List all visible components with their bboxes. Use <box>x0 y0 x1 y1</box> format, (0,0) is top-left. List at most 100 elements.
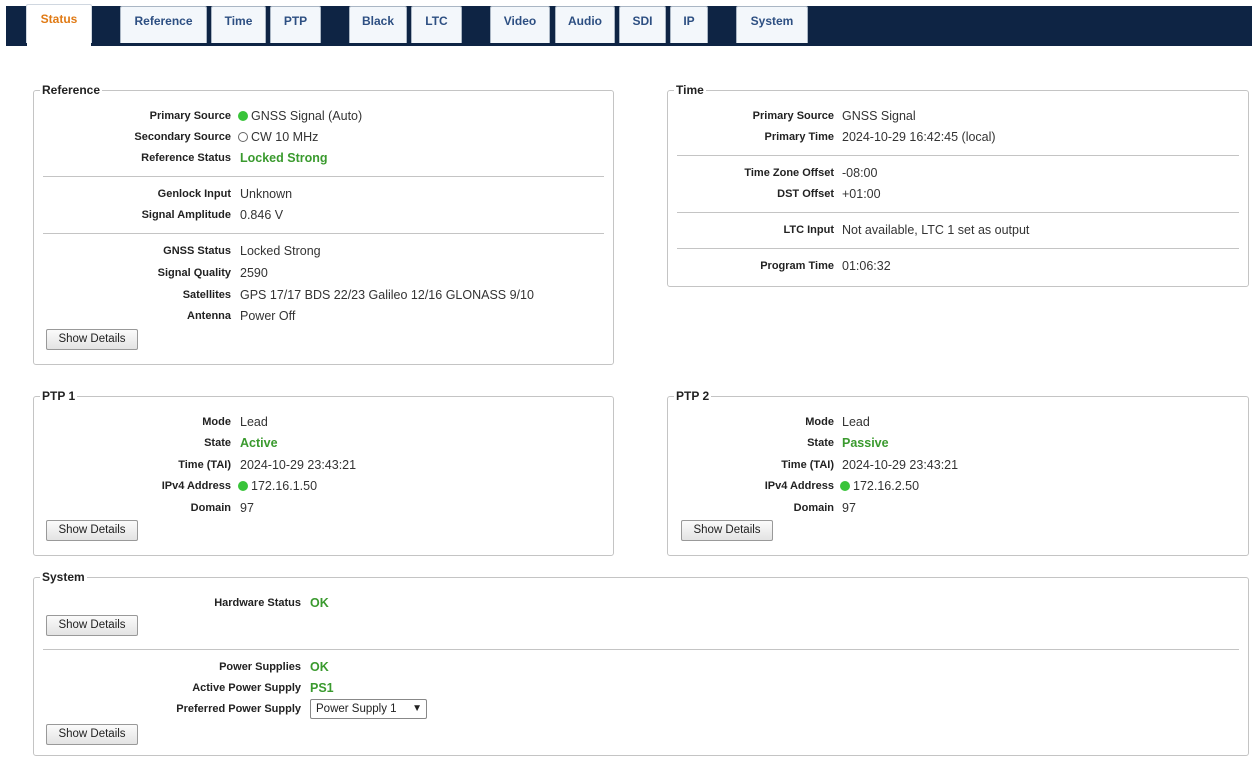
ptp2-time-row: Time (TAI) 2024-10-29 23:43:21 <box>667 456 1249 474</box>
empty-circle-icon <box>238 132 248 142</box>
ptp2-domain-value: 97 <box>842 501 856 515</box>
ptp2-time-label: Time (TAI) <box>781 459 834 471</box>
hardware-show-details-button[interactable]: Show Details <box>46 615 138 636</box>
reference-show-details-button[interactable]: Show Details <box>46 329 138 350</box>
signal-quality-label: Signal Quality <box>157 267 231 279</box>
reference-secondary-source-row: Secondary Source CW 10 MHz <box>33 128 614 146</box>
ptp1-panel-title: PTP 1 <box>42 389 76 403</box>
power-show-details-button[interactable]: Show Details <box>46 724 138 745</box>
ltc-input-label: LTC Input <box>783 224 835 236</box>
primary-time-row: Primary Time 2024-10-29 16:42:45 (local) <box>667 128 1249 146</box>
divider <box>43 176 604 177</box>
ptp1-state-row: State Active <box>33 434 614 452</box>
active-power-supply-value: PS1 <box>310 681 334 695</box>
divider <box>677 248 1239 249</box>
ptp1-domain-row: Domain 97 <box>33 499 614 517</box>
ptp1-ipv4-label: IPv4 Address <box>161 480 231 492</box>
primary-time-label: Primary Time <box>764 131 834 143</box>
time-primary-source-row: Primary Source GNSS Signal <box>667 107 1249 125</box>
tab-ptp[interactable]: PTP <box>270 6 321 43</box>
genlock-input-value: Unknown <box>240 187 293 201</box>
ptp1-mode-row: Mode Lead <box>33 413 614 431</box>
power-supplies-row: Power Supplies OK <box>33 658 633 676</box>
tab-system[interactable]: System <box>736 6 808 43</box>
tab-time[interactable]: Time <box>211 6 266 43</box>
satellites-value: GPS 17/17 BDS 22/23 Galileo 12/16 GLONAS… <box>240 288 534 302</box>
green-dot-icon <box>238 111 248 121</box>
green-dot-icon <box>238 481 248 491</box>
signal-quality-value: 2590 <box>240 266 268 280</box>
ptp2-time-value: 2024-10-29 23:43:21 <box>842 458 959 472</box>
system-panel-title: System <box>42 570 85 584</box>
ptp2-domain-row: Domain 97 <box>667 499 1249 517</box>
signal-amplitude-row: Signal Amplitude 0.846 V <box>33 206 614 224</box>
tab-video[interactable]: Video <box>490 6 550 43</box>
tab-black[interactable]: Black <box>349 6 407 43</box>
dst-offset-value: +01:00 <box>842 187 881 201</box>
ptp1-time-value: 2024-10-29 23:43:21 <box>240 458 357 472</box>
ptp1-show-details-button[interactable]: Show Details <box>46 520 138 541</box>
reference-status-label: Reference Status <box>141 152 231 164</box>
tz-offset-label: Time Zone Offset <box>744 167 834 179</box>
ptp2-state-value: Passive <box>842 436 889 450</box>
genlock-input-row: Genlock Input Unknown <box>33 185 614 203</box>
preferred-power-supply-label: Preferred Power Supply <box>176 703 301 715</box>
tab-reference[interactable]: Reference <box>120 6 207 43</box>
ltc-input-value: Not available, LTC 1 set as output <box>842 223 1030 237</box>
ptp2-state-label: State <box>807 437 834 449</box>
signal-quality-row: Signal Quality 2590 <box>33 264 614 282</box>
signal-amplitude-label: Signal Amplitude <box>141 209 231 221</box>
time-panel-title: Time <box>676 83 704 97</box>
ptp2-panel-title: PTP 2 <box>676 389 710 403</box>
hardware-status-value: OK <box>310 596 329 610</box>
ptp2-ipv4-label: IPv4 Address <box>764 480 834 492</box>
tab-sdi[interactable]: SDI <box>619 6 666 43</box>
ptp2-state-row: State Passive <box>667 434 1249 452</box>
power-supplies-label: Power Supplies <box>219 661 301 673</box>
preferred-power-supply-select[interactable]: Power Supply 1 ▼ <box>310 699 427 719</box>
hardware-status-row: Hardware Status OK <box>33 594 633 612</box>
chevron-down-icon: ▼ <box>412 703 422 714</box>
secondary-source-label: Secondary Source <box>134 131 231 143</box>
ptp1-time-label: Time (TAI) <box>178 459 231 471</box>
ptp1-state-value: Active <box>240 436 278 450</box>
ptp1-mode-value: Lead <box>240 415 268 429</box>
antenna-value: Power Off <box>240 309 296 323</box>
program-time-label: Program Time <box>760 260 834 272</box>
dst-offset-label: DST Offset <box>777 188 834 200</box>
tab-ip[interactable]: IP <box>670 6 708 43</box>
antenna-label: Antenna <box>187 310 231 322</box>
ptp2-show-details-button[interactable]: Show Details <box>681 520 773 541</box>
gnss-status-row: GNSS Status Locked Strong <box>33 242 614 260</box>
tab-status[interactable]: Status <box>26 4 92 48</box>
reference-primary-source-row: Primary Source GNSS Signal (Auto) <box>33 107 614 125</box>
tab-audio[interactable]: Audio <box>555 6 615 43</box>
hardware-status-label: Hardware Status <box>214 597 301 609</box>
antenna-row: Antenna Power Off <box>33 307 614 325</box>
gnss-status-value: Locked Strong <box>240 244 321 258</box>
satellites-label: Satellites <box>182 289 231 301</box>
divider <box>43 233 604 234</box>
ptp2-domain-label: Domain <box>793 502 834 514</box>
ptp2-ipv4-row: IPv4 Address 172.16.2.50 <box>667 477 1249 495</box>
primary-source-label: Primary Source <box>149 110 231 122</box>
ptp1-domain-label: Domain <box>190 502 231 514</box>
ptp1-ipv4-row: IPv4 Address 172.16.1.50 <box>33 477 614 495</box>
ltc-input-row: LTC Input Not available, LTC 1 set as ou… <box>667 221 1249 239</box>
primary-source-value: GNSS Signal (Auto) <box>251 109 363 123</box>
ptp1-state-label: State <box>204 437 231 449</box>
time-primary-source-label: Primary Source <box>752 110 834 122</box>
tab-ltc[interactable]: LTC <box>411 6 462 43</box>
power-supplies-value: OK <box>310 660 329 674</box>
tz-offset-value: -08:00 <box>842 166 878 180</box>
preferred-power-supply-selected: Power Supply 1 <box>316 703 397 715</box>
ptp1-ipv4-value: 172.16.1.50 <box>251 479 318 493</box>
divider <box>677 212 1239 213</box>
reference-panel-title: Reference <box>42 83 101 97</box>
satellites-row: Satellites GPS 17/17 BDS 22/23 Galileo 1… <box>33 286 614 304</box>
reference-status-row: Reference Status Locked Strong <box>33 149 614 167</box>
ptp1-mode-label: Mode <box>202 416 231 428</box>
tz-offset-row: Time Zone Offset -08:00 <box>667 164 1249 182</box>
divider <box>43 649 1239 650</box>
gnss-status-label: GNSS Status <box>163 245 231 257</box>
